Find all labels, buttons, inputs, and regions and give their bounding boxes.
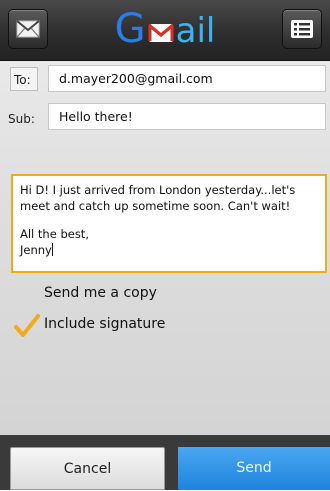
to-field[interactable]: d.mayer200@gmail.com [48, 65, 326, 92]
message-body[interactable]: Hi D! I just arrived from London yesterd… [11, 174, 327, 273]
send-copy-checkbox[interactable] [14, 283, 36, 305]
logo-envelope-icon [147, 10, 174, 42]
logo-rest: ail [175, 11, 216, 51]
compose-area: To: d.mayer200@gmail.com Sub: Hello ther… [0, 61, 330, 435]
cancel-button[interactable]: Cancel [10, 447, 165, 490]
logo-g: G [114, 6, 146, 52]
menu-button[interactable] [282, 9, 322, 49]
subject-field[interactable]: Hello there! [48, 103, 326, 130]
send-button[interactable]: Send [178, 447, 330, 490]
app-frame: Gail To: d.mayer200@gmail.com Sub: Hello… [0, 0, 330, 490]
text-caret [51, 243, 53, 256]
gmail-logo: Gail [0, 6, 330, 54]
to-label: To: [10, 67, 38, 91]
checkmark-icon [14, 314, 40, 337]
message-line-1: Hi D! I just arrived from London yesterd… [20, 183, 296, 213]
send-copy-label: Send me a copy [44, 285, 157, 301]
app-header: Gail [0, 0, 330, 61]
include-signature-label: Include signature [44, 316, 166, 332]
message-line-2: All the best, [20, 227, 89, 241]
subject-label: Sub: [8, 112, 35, 126]
menu-list-icon [291, 20, 313, 38]
message-line-3: Jenny [20, 243, 52, 257]
action-bar: Cancel Send [0, 435, 330, 490]
include-signature-checkbox[interactable] [14, 314, 40, 337]
